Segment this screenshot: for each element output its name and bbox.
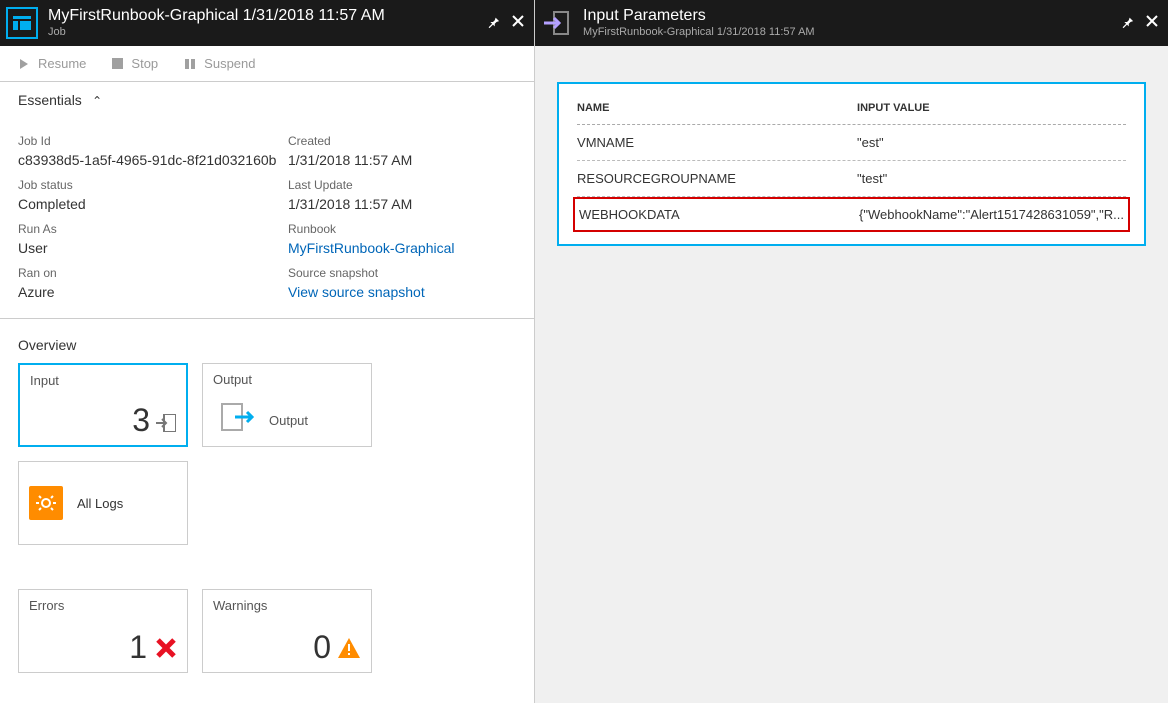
tile-errors[interactable]: Errors 1: [18, 589, 188, 673]
input-arrow-icon: [156, 414, 176, 435]
pin-icon[interactable]: [486, 15, 500, 32]
warning-triangle-icon: [337, 637, 361, 662]
output-arrow-icon: [221, 403, 255, 434]
essentials-panel: Job Id c83938d5-1a5f-4965-91dc-8f21d0321…: [0, 118, 534, 319]
param-value: "est": [857, 135, 1126, 150]
stop-button[interactable]: Stop: [112, 56, 158, 71]
param-value: "test": [857, 171, 1126, 186]
tile-all-logs[interactable]: All Logs: [18, 461, 188, 545]
tile-input-label: Input: [30, 373, 176, 388]
resume-label: Resume: [38, 56, 86, 71]
lastupdate-value: 1/31/2018 11:57 AM: [288, 194, 516, 214]
params-blade-subtitle: MyFirstRunbook-Graphical 1/31/2018 11:57…: [583, 25, 815, 39]
stop-label: Stop: [131, 56, 158, 71]
tile-output[interactable]: Output Output: [202, 363, 372, 447]
pin-icon[interactable]: [1120, 15, 1134, 32]
tile-input-count: 3: [132, 402, 150, 439]
overview-heading: Overview: [18, 327, 516, 363]
param-name: WEBHOOKDATA: [579, 207, 859, 222]
created-label: Created: [288, 132, 516, 150]
tile-warnings-count: 0: [313, 629, 331, 666]
job-toolbar: Resume Stop Suspend: [0, 46, 534, 82]
chevron-up-icon: ⌄: [92, 93, 102, 107]
tile-warnings[interactable]: Warnings 0: [202, 589, 372, 673]
tile-logs-label: All Logs: [77, 496, 123, 511]
close-icon[interactable]: [512, 15, 524, 32]
close-icon[interactable]: [1146, 15, 1158, 32]
job-icon-cube: [6, 7, 38, 39]
runas-value: User: [18, 238, 288, 258]
error-x-icon: [155, 637, 177, 662]
tile-errors-label: Errors: [29, 598, 177, 613]
params-blade-title: Input Parameters: [583, 7, 815, 25]
resume-button[interactable]: Resume: [18, 56, 86, 71]
jobstatus-value: Completed: [18, 194, 288, 214]
runbook-label: Runbook: [288, 220, 516, 238]
param-row-vmname[interactable]: VMNAME "est": [577, 125, 1126, 161]
ranon-value: Azure: [18, 282, 288, 302]
param-row-resourcegroup[interactable]: RESOURCEGROUPNAME "test": [577, 161, 1126, 197]
lastupdate-label: Last Update: [288, 176, 516, 194]
params-input-icon: [541, 7, 573, 39]
essentials-label: Essentials: [18, 92, 82, 108]
col-name-header: NAME: [577, 102, 857, 114]
param-value: {"WebhookName":"Alert1517428631059","R..…: [859, 207, 1124, 222]
suspend-label: Suspend: [204, 56, 255, 71]
tile-output-sub: Output: [269, 413, 308, 428]
jobid-value: c83938d5-1a5f-4965-91dc-8f21d032160b: [18, 150, 288, 170]
ranon-label: Ran on: [18, 264, 288, 282]
tile-errors-count: 1: [129, 629, 147, 666]
tile-warnings-label: Warnings: [213, 598, 361, 613]
snapshot-label: Source snapshot: [288, 264, 516, 282]
essentials-toggle[interactable]: Essentials ⌄: [0, 82, 534, 118]
col-value-header: INPUT VALUE: [857, 102, 1126, 114]
param-row-webhookdata[interactable]: WEBHOOKDATA {"WebhookName":"Alert1517428…: [573, 197, 1130, 232]
logs-icon: [29, 486, 63, 520]
input-params-panel: NAME INPUT VALUE VMNAME "est" RESOURCEGR…: [557, 82, 1146, 246]
snapshot-link[interactable]: View source snapshot: [288, 282, 516, 302]
params-blade-header: Input Parameters MyFirstRunbook-Graphica…: [535, 0, 1168, 46]
runbook-link[interactable]: MyFirstRunbook-Graphical: [288, 238, 516, 258]
jobid-label: Job Id: [18, 132, 288, 150]
jobstatus-label: Job status: [18, 176, 288, 194]
param-name: RESOURCEGROUPNAME: [577, 171, 857, 186]
suspend-button[interactable]: Suspend: [184, 56, 255, 71]
tile-input[interactable]: Input 3: [18, 363, 188, 447]
runas-label: Run As: [18, 220, 288, 238]
blade-subtitle: Job: [48, 25, 385, 39]
job-blade-header: MyFirstRunbook-Graphical 1/31/2018 11:57…: [0, 0, 534, 46]
tile-output-label: Output: [213, 372, 361, 387]
created-value: 1/31/2018 11:57 AM: [288, 150, 516, 170]
blade-title: MyFirstRunbook-Graphical 1/31/2018 11:57…: [48, 7, 385, 25]
param-name: VMNAME: [577, 135, 857, 150]
